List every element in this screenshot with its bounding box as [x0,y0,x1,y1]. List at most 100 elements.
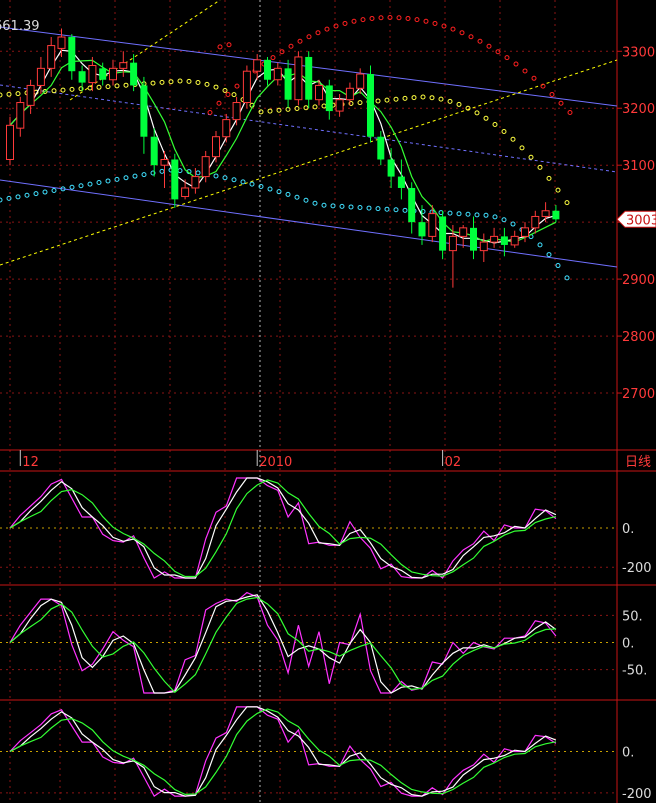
sar-mid-dot [123,82,129,88]
channel-lower-line [0,179,618,268]
sar-top-dot [216,100,222,106]
candle-body [201,156,210,178]
sar-top-dot [504,55,510,61]
sar-mid-dot [15,91,21,97]
panel-tick-label: 50. [622,609,643,624]
candle-body [541,210,550,217]
sar-low-dot [465,211,471,217]
sar-low-dot [195,170,201,176]
price-tick-label: 2900 [622,273,655,288]
sar-top-dot [513,61,519,67]
candle-body [490,235,499,243]
candle-body [479,241,488,252]
sar-low-dot [132,173,138,179]
sar-low-dot [510,221,516,227]
candle-body [253,59,262,72]
sar-low-dot [33,191,39,197]
candle-body [78,71,86,83]
sar-top-dot [270,55,276,61]
sar-top-dot [324,26,330,32]
sar-mid-dot [195,80,201,86]
candle-body [140,85,148,137]
sar-low-dot [303,197,309,203]
candle-body [88,65,97,84]
sar-top-dot [522,68,528,74]
candle-body [171,159,179,200]
candle-body [109,67,117,81]
sar-top-dot [558,100,564,106]
sar-mid-dot [546,175,552,181]
sar-low-dot [312,200,318,206]
candle-body [510,235,519,246]
sar-mid-dot [555,187,561,193]
sar-top-dot [225,91,231,97]
sar-top-dot [567,110,573,115]
candle-body [150,136,158,166]
candle-body [552,210,560,220]
sar-mid-dot [69,86,75,92]
date-label: 2010 [259,455,292,470]
sar-low-dot [177,168,183,174]
sar-low-dot [537,242,543,248]
candle-body [377,136,385,160]
sar-top-dot [423,18,429,24]
sar-top-dot [396,15,402,21]
sar-mid-dot [177,78,183,84]
candle-body [470,227,477,251]
sar-top-dot [315,30,321,36]
sar-mid-dot [150,80,156,86]
candle-body [387,159,395,177]
candle-body [305,56,313,100]
sar-mid-dot [456,101,462,107]
sar-low-dot [474,212,480,218]
sar-mid-dot [231,92,237,98]
sar-mid-dot [474,110,480,116]
candle-body [130,62,138,86]
sar-mid-dot [114,83,120,89]
panel-tick-label: -50. [622,664,647,679]
panel-tick-label: 0. [622,746,634,761]
sar-mid-dot [420,94,426,100]
sar-top-dot [432,20,438,26]
sar-mid-dot [60,87,66,93]
sar-mid-dot [159,79,165,85]
sar-top-dot [414,17,420,23]
price-tick-label: 3100 [622,159,655,174]
sar-low-dot [492,214,498,220]
sar-mid-dot [564,200,570,206]
candle-body [181,187,190,198]
sar-top-dot [378,15,384,21]
sar-low-dot [87,181,93,187]
sar-mid-dot [528,154,534,160]
sar-low-dot [51,187,57,193]
corner-label: 661.39 [0,19,40,34]
sar-low-dot [546,252,552,258]
price-tick-label: 3300 [622,45,655,60]
sar-low-dot [231,177,237,183]
sar-top-dot [486,43,492,49]
sar-top-dot [450,26,456,32]
candle-body [315,84,323,101]
sar-low-dot [339,203,345,209]
panel-tick-label: 0. [622,637,634,652]
candle-body [99,68,107,80]
sar-top-dot [226,42,232,48]
sar-low-dot [564,275,570,281]
oscillator-mid-line [9,594,557,694]
sar-low-dot [141,172,147,178]
candle-body [345,87,354,101]
sar-mid-dot [402,95,408,101]
date-label: 12 [22,455,39,470]
sar-top-dot [369,15,375,21]
panel-tick-label: 0. [622,522,634,537]
stock-chart: 2700 2800 2900 3100 3200 3300 661.39 3003 12 2010… [0,0,656,803]
sar-top-dot [288,43,294,49]
sar-low-dot [96,180,102,186]
candle-body [294,56,303,101]
candle-body [273,67,282,81]
sar-mid-dot [276,107,282,113]
sar-mid-dot [519,145,525,151]
price-tick-label: 2700 [622,387,655,402]
sar-top-dot [405,15,411,21]
price-tick-label: 3200 [622,102,655,117]
